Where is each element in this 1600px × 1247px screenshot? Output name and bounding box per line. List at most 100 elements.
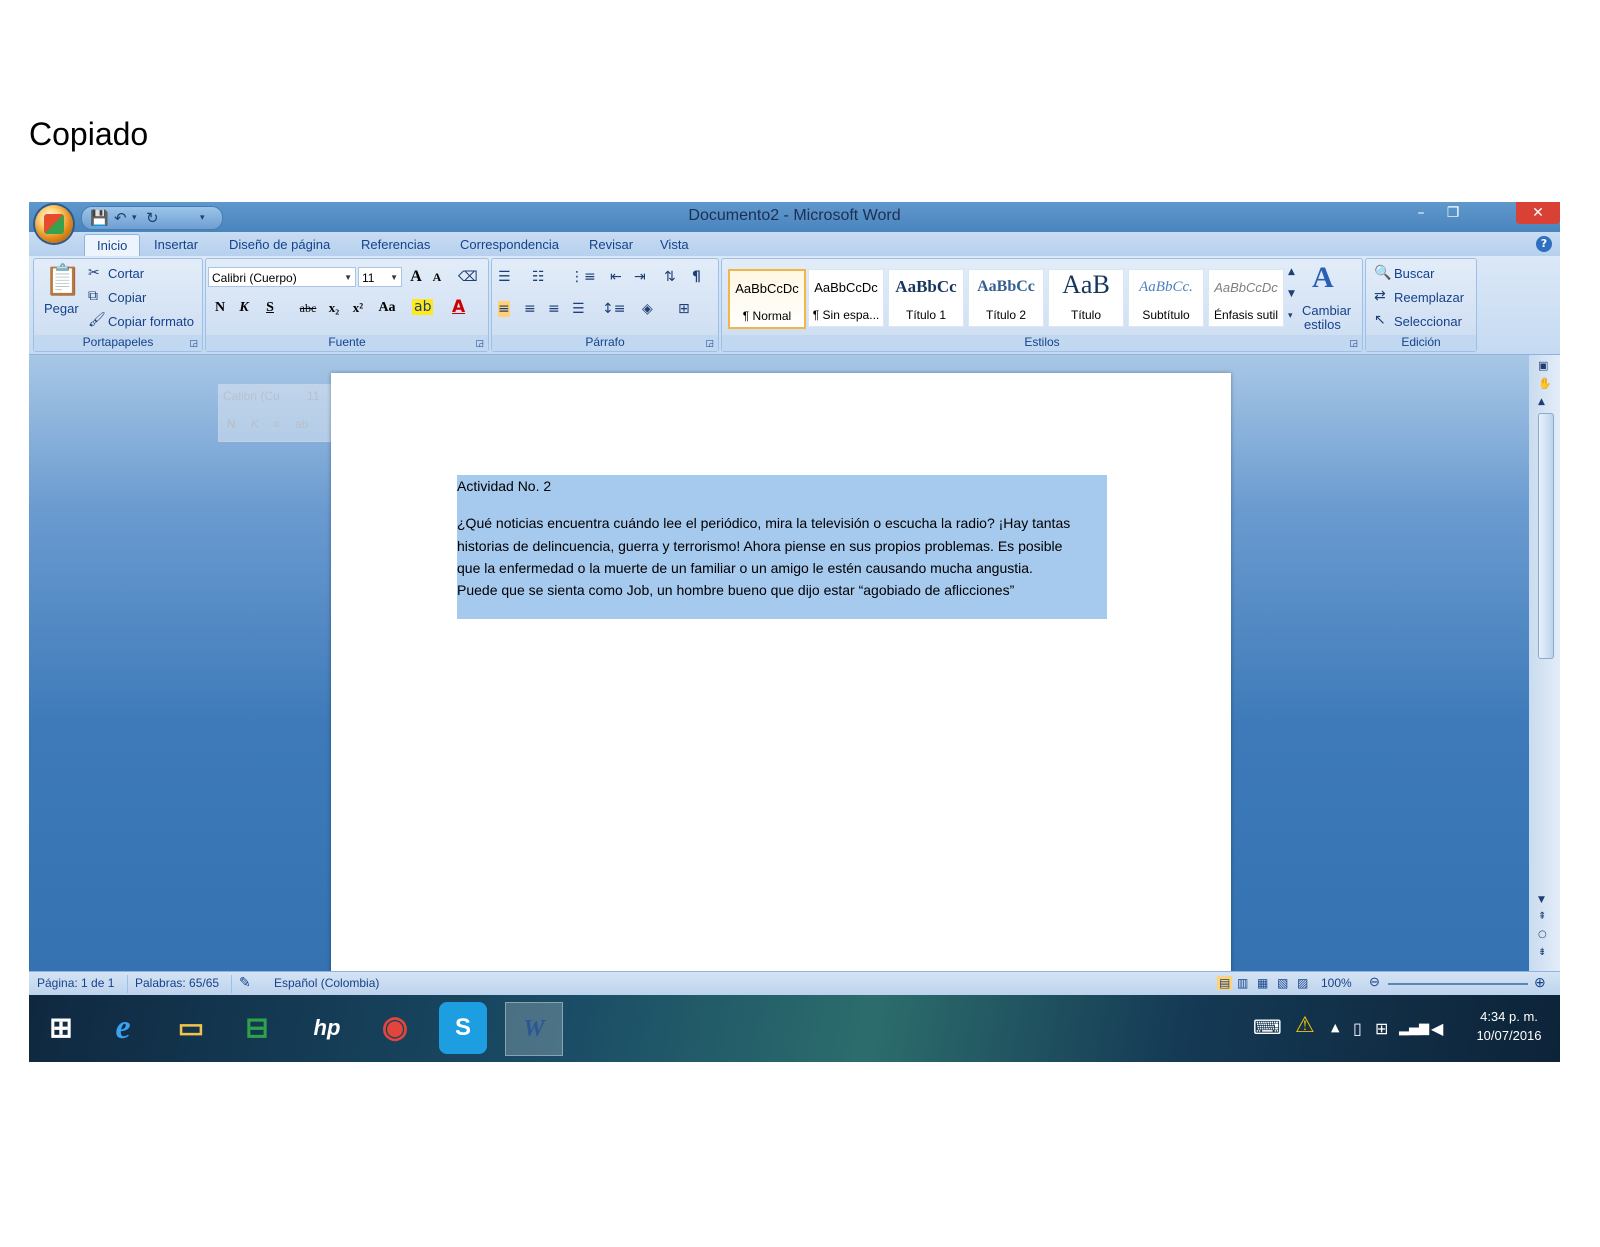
numbering-icon[interactable]: ☷ bbox=[532, 269, 545, 285]
document-title[interactable]: Actividad No. 2 bbox=[457, 478, 551, 494]
start-button-icon[interactable]: ⊞ bbox=[33, 1002, 89, 1054]
file-explorer-icon[interactable]: ▭ bbox=[163, 1002, 219, 1054]
tab-diseno-pagina[interactable]: Diseño de página bbox=[229, 237, 330, 252]
change-styles-icon[interactable]: A bbox=[1312, 261, 1334, 295]
page-count[interactable]: Página: 1 de 1 bbox=[37, 976, 114, 990]
proofing-icon[interactable]: ✎ bbox=[239, 974, 251, 991]
scroll-thumb[interactable] bbox=[1538, 413, 1554, 659]
replace-button[interactable]: Reemplazar bbox=[1394, 290, 1464, 305]
network-signal-icon[interactable]: ▂▄▆ bbox=[1399, 1021, 1429, 1036]
change-styles-button-line2[interactable]: estilos bbox=[1304, 317, 1341, 332]
style-no-spacing[interactable]: AaBbCcDc ¶ Sin espa... bbox=[808, 269, 884, 327]
full-screen-icon[interactable]: ▥ bbox=[1237, 976, 1248, 990]
volume-icon[interactable]: ◀ bbox=[1431, 1019, 1443, 1038]
line-spacing-icon[interactable]: ↕≡ bbox=[602, 301, 625, 317]
clipboard-launcher-icon[interactable]: ◲ bbox=[189, 339, 198, 349]
vertical-scrollbar[interactable]: ▣ ✋ ▲ ▼ ⇞ ○ ⇟ bbox=[1529, 355, 1560, 971]
superscript-button[interactable]: x² bbox=[348, 297, 368, 319]
print-layout-icon[interactable]: ▤ bbox=[1217, 976, 1233, 990]
find-button[interactable]: Buscar bbox=[1394, 266, 1434, 281]
internet-explorer-icon[interactable]: e bbox=[95, 1002, 151, 1054]
highlight-color-icon[interactable]: ab bbox=[412, 299, 434, 315]
windows-flag-icon[interactable]: ⊞ bbox=[1375, 1019, 1388, 1038]
select-button[interactable]: Seleccionar bbox=[1394, 314, 1462, 329]
decrease-indent-icon[interactable]: ⇤ bbox=[610, 269, 622, 285]
font-family-select[interactable]: Calibri (Cuerpo) ▼ bbox=[208, 267, 356, 287]
mini-bold-icon[interactable]: N bbox=[227, 417, 236, 431]
system-clock[interactable]: 4:34 p. m. 10/07/2016 bbox=[1469, 1007, 1549, 1045]
tab-insertar[interactable]: Insertar bbox=[154, 237, 198, 252]
mini-highlight-icon[interactable]: ab bbox=[295, 417, 308, 431]
tab-revisar[interactable]: Revisar bbox=[589, 237, 633, 252]
grow-font-button[interactable]: A bbox=[406, 266, 426, 288]
mini-size-select[interactable]: 11 bbox=[307, 389, 319, 403]
document-page[interactable]: Actividad No. 2 ¿Qué noticias encuentra … bbox=[331, 373, 1231, 971]
zoom-out-icon[interactable]: ⊖ bbox=[1369, 974, 1380, 990]
multilevel-list-icon[interactable]: ⋮≡ bbox=[570, 269, 596, 285]
mini-font-select[interactable]: Calibri (Cu bbox=[223, 389, 280, 403]
strikethrough-button[interactable]: abc bbox=[294, 297, 322, 319]
increase-indent-icon[interactable]: ⇥ bbox=[634, 269, 646, 285]
browse-object-icon[interactable]: ○ bbox=[1538, 929, 1547, 940]
bold-button[interactable]: N bbox=[210, 297, 230, 319]
chrome-icon[interactable]: ◉ bbox=[367, 1002, 423, 1054]
underline-button[interactable]: S bbox=[260, 297, 280, 319]
office-button[interactable] bbox=[35, 205, 73, 243]
format-painter-button[interactable]: Copiar formato bbox=[108, 314, 194, 329]
ruler-toggle-icon[interactable]: ▣ bbox=[1538, 359, 1548, 372]
document-line[interactable]: historias de delincuencia, guerra y terr… bbox=[457, 538, 1062, 554]
mini-italic-icon[interactable]: K bbox=[251, 417, 259, 431]
document-line[interactable]: que la enfermedad o la muerte de un fami… bbox=[457, 560, 1033, 576]
change-case-button[interactable]: Aa bbox=[374, 297, 400, 319]
shrink-font-button[interactable]: A bbox=[428, 266, 446, 288]
style-heading-2[interactable]: AaBbCc Título 2 bbox=[968, 269, 1044, 327]
minimize-button[interactable]: – bbox=[1407, 202, 1435, 224]
battery-icon[interactable]: ▯ bbox=[1353, 1019, 1362, 1038]
paste-button[interactable]: Pegar bbox=[44, 301, 79, 316]
keyboard-icon[interactable]: ⌨ bbox=[1253, 1015, 1282, 1039]
font-launcher-icon[interactable]: ◲ bbox=[475, 339, 484, 349]
style-heading-1[interactable]: AaBbCc Título 1 bbox=[888, 269, 964, 327]
notification-warning-icon[interactable]: ⚠ bbox=[1295, 1013, 1315, 1038]
align-right-icon[interactable]: ≡ bbox=[548, 301, 560, 317]
justify-icon[interactable]: ☰ bbox=[572, 301, 585, 317]
draft-icon[interactable]: ▨ bbox=[1297, 976, 1308, 990]
tab-referencias[interactable]: Referencias bbox=[361, 237, 430, 252]
help-icon[interactable]: ? bbox=[1536, 236, 1552, 252]
cut-button[interactable]: Cortar bbox=[108, 266, 144, 281]
copy-button[interactable]: Copiar bbox=[108, 290, 146, 305]
styles-launcher-icon[interactable]: ◲ bbox=[1349, 339, 1358, 349]
language-indicator[interactable]: Español (Colombia) bbox=[274, 976, 379, 990]
tab-correspondencia[interactable]: Correspondencia bbox=[460, 237, 559, 252]
style-normal[interactable]: AaBbCcDc ¶ Normal bbox=[728, 269, 806, 329]
clear-format-icon[interactable]: ⌫ bbox=[458, 269, 478, 285]
document-line[interactable]: ¿Qué noticias encuentra cuándo lee el pe… bbox=[457, 515, 1070, 531]
paragraph-launcher-icon[interactable]: ◲ bbox=[705, 339, 714, 349]
shading-icon[interactable]: ◈ bbox=[642, 301, 653, 317]
paste-icon[interactable]: 📋 bbox=[44, 263, 81, 298]
show-hidden-icons[interactable]: ▲ bbox=[1331, 1021, 1339, 1034]
tab-vista[interactable]: Vista bbox=[660, 237, 689, 252]
mini-align-icon[interactable]: ≡ bbox=[273, 417, 280, 431]
next-page-icon[interactable]: ⇟ bbox=[1538, 947, 1546, 958]
previous-page-icon[interactable]: ⇞ bbox=[1538, 911, 1546, 922]
font-size-select[interactable]: 11 ▼ bbox=[358, 267, 402, 287]
skype-icon[interactable]: S bbox=[439, 1002, 487, 1054]
font-color-icon[interactable]: A bbox=[452, 297, 465, 317]
align-left-icon[interactable]: ≡ bbox=[498, 301, 510, 317]
borders-icon[interactable]: ⊞ bbox=[678, 301, 690, 317]
store-icon[interactable]: ⊟ bbox=[229, 1002, 285, 1054]
show-marks-icon[interactable]: ¶ bbox=[692, 269, 701, 285]
subscript-button[interactable]: x₂ bbox=[324, 297, 344, 319]
scroll-down-icon[interactable]: ▼ bbox=[1538, 895, 1545, 905]
styles-more-icon[interactable]: ▾ bbox=[1288, 311, 1293, 321]
align-center-icon[interactable]: ≡ bbox=[524, 301, 536, 317]
styles-scroll-down-icon[interactable]: ▼ bbox=[1288, 289, 1295, 299]
hp-icon[interactable]: hp bbox=[299, 1002, 355, 1054]
close-button[interactable]: ✕ bbox=[1516, 202, 1560, 224]
web-layout-icon[interactable]: ▦ bbox=[1257, 976, 1268, 990]
style-title[interactable]: AaB Título bbox=[1048, 269, 1124, 327]
sort-icon[interactable]: ⇅ bbox=[664, 269, 676, 285]
pan-icon[interactable]: ✋ bbox=[1538, 377, 1552, 390]
change-styles-button[interactable]: Cambiar bbox=[1302, 303, 1351, 318]
